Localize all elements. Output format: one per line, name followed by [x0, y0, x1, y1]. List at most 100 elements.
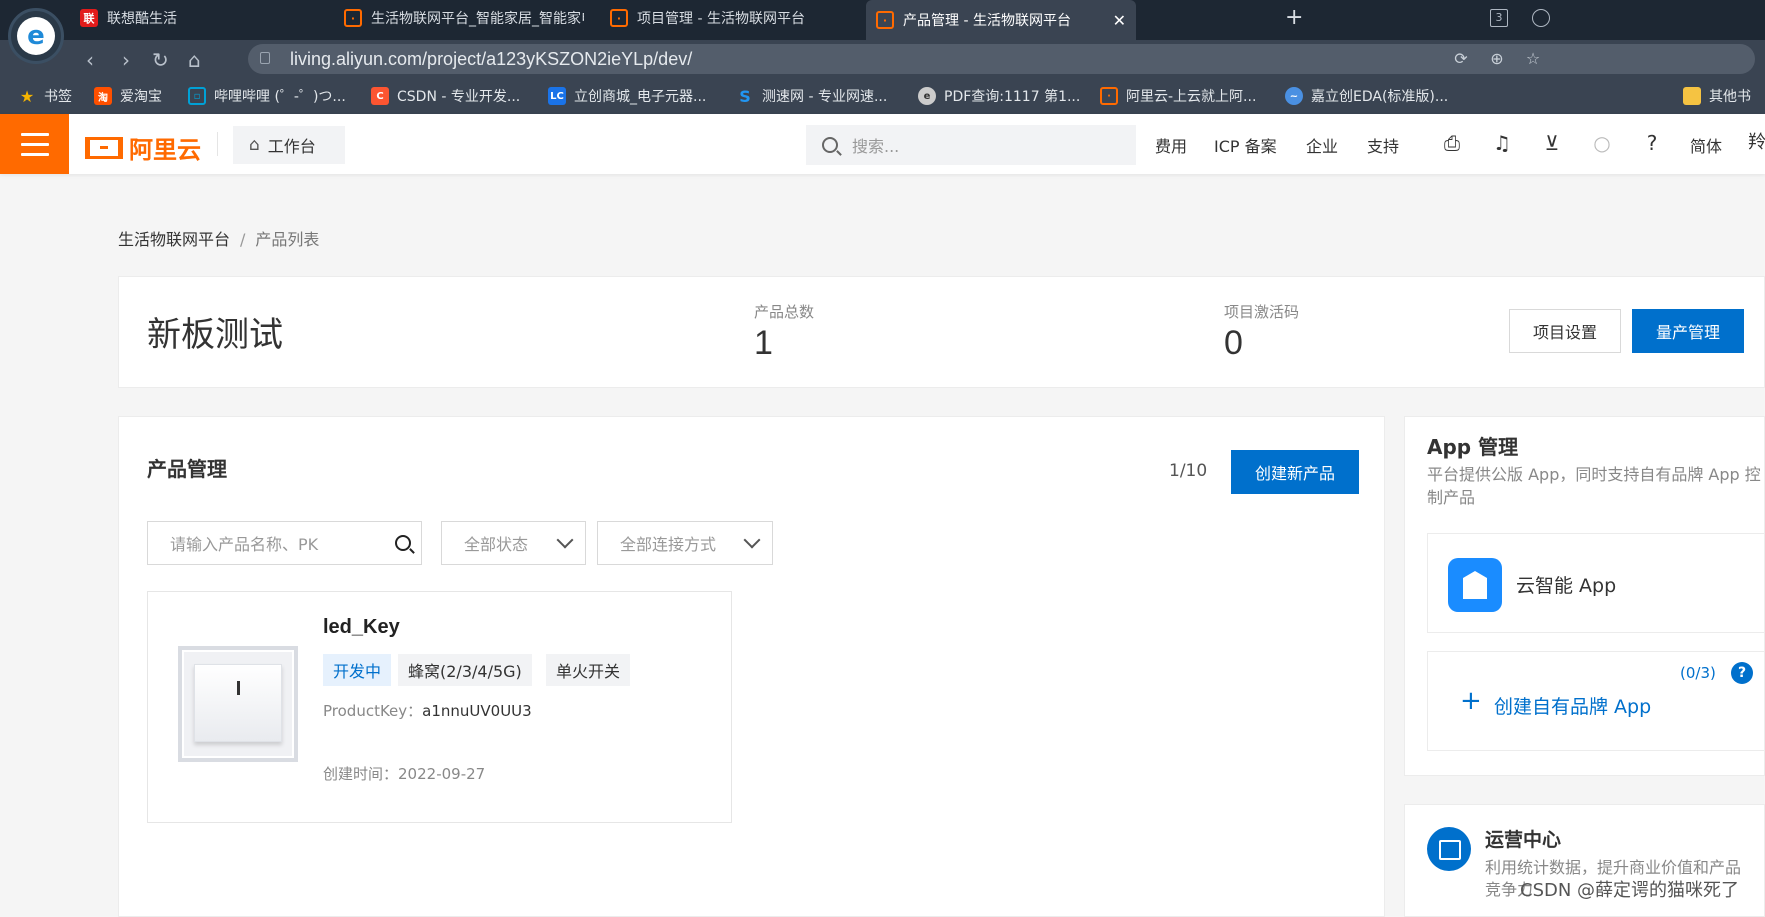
bookmark-lcsc[interactable]: LC 立创商城_电子元器...	[548, 86, 706, 106]
header-divider	[217, 132, 218, 156]
aliyun-logo[interactable]: 阿里云	[85, 130, 201, 165]
app-icon[interactable]: ⎙	[1440, 131, 1464, 155]
brand-app-quota: (0/3)	[1680, 664, 1716, 682]
product-name[interactable]: led_Key	[323, 616, 400, 639]
nav-link-icp[interactable]: ICP 备案	[1214, 133, 1277, 157]
connection-filter-value: 全部连接方式	[620, 535, 717, 554]
console-header: 阿里云 ⌂ 工作台 搜索... 费用 ICP 备案 企业 支持 ⎙ ♫ ⊻ ○ …	[0, 114, 1765, 174]
app-management-panel: App 管理 平台提供公版 App，同时支持自有品牌 App 控制产品 云智能 …	[1404, 416, 1765, 776]
tab-label: 项目管理 - 生活物联网平台	[637, 11, 805, 27]
user-icon[interactable]	[1532, 9, 1550, 27]
product-search-input[interactable]: 请输入产品名称、PK	[147, 521, 422, 565]
bookmark-label: 其他书	[1709, 89, 1751, 105]
lightbulb-icon[interactable]: ○	[1590, 131, 1614, 155]
close-icon[interactable]: ✕	[1113, 11, 1126, 30]
product-card[interactable]: led_Key 开发中 蜂窝(2/3/4/5G) 单火开关 ProductKey…	[147, 591, 732, 823]
create-brand-app-card[interactable]: + 创建自有品牌 App (0/3) ?	[1427, 651, 1765, 751]
status-filter-select[interactable]: 全部状态	[441, 521, 586, 565]
status-filter-value: 全部状态	[464, 535, 529, 554]
bookmark-label: 嘉立创EDA(标准版)...	[1311, 89, 1449, 105]
bookmark-csdn[interactable]: C CSDN - 专业开发...	[371, 86, 520, 106]
tab-product-management[interactable]: · 产品管理 - 生活物联网平台 ✕	[866, 0, 1136, 40]
forward-icon[interactable]: ›	[122, 48, 130, 72]
aliyun-icon: ·	[610, 9, 628, 27]
mass-production-button[interactable]: 量产管理	[1632, 309, 1744, 353]
tab-label: 联想酷生活	[107, 11, 177, 27]
bookmark-folder[interactable]: ★ 书签	[18, 86, 72, 106]
bookmark-label: 立创商城_电子元器...	[574, 89, 707, 105]
aliyun-logo-icon	[85, 136, 123, 159]
bilibili-icon: ▫	[188, 87, 206, 105]
home-icon: ⌂	[249, 135, 260, 155]
product-key-value: a1nnuUV0UU3	[422, 702, 532, 720]
bookmark-label: 阿里云-上云就上阿...	[1126, 89, 1257, 105]
created-time-label: 创建时间：	[323, 765, 399, 783]
cart-icon[interactable]: ⊻	[1540, 131, 1564, 155]
browser-tab-bar: 联 联想酷生活 · 生活物联网平台_智能家居_智能家电 · 项目管理 - 生活物…	[0, 0, 1765, 40]
url-field[interactable]: living.aliyun.com/project/a123yKSZON2ieY…	[248, 44, 1755, 74]
project-title: 新板测试	[147, 315, 283, 355]
product-image	[178, 646, 298, 762]
create-brand-app-label[interactable]: 创建自有品牌 App	[1494, 692, 1651, 719]
aliyun-logo-text: 阿里云	[129, 136, 201, 164]
chevron-down-icon	[743, 531, 761, 549]
search-icon[interactable]	[395, 535, 411, 551]
browser-logo[interactable]: e	[8, 8, 64, 64]
bookmark-other[interactable]: 其他书	[1683, 86, 1751, 106]
aliyun-icon: ·	[344, 9, 362, 27]
connection-filter-select[interactable]: 全部连接方式	[597, 521, 773, 565]
pdf-icon: e	[918, 87, 936, 105]
nav-link-billing[interactable]: 费用	[1155, 133, 1187, 157]
tab-lenovo[interactable]: 联 联想酷生活	[80, 0, 330, 36]
bookmark-taobao[interactable]: 淘 爱淘宝	[94, 86, 162, 106]
bookmark-eda[interactable]: ~ 嘉立创EDA(标准版)...	[1285, 86, 1448, 106]
lc-icon: LC	[548, 87, 566, 105]
bookmark-speedtest[interactable]: S 测速网 - 专业网速...	[736, 86, 887, 106]
zoom-icon[interactable]: ⊕	[1488, 50, 1506, 68]
watermark: CSDN @薛定谔的猫咪死了	[1520, 880, 1740, 901]
menu-icon[interactable]	[0, 114, 69, 174]
console-search-input[interactable]: 搜索...	[806, 125, 1136, 165]
nav-link-support[interactable]: 支持	[1367, 133, 1399, 157]
tab-project-management[interactable]: · 项目管理 - 生活物联网平台	[610, 0, 860, 36]
product-total-label: 产品总数	[754, 303, 815, 321]
nav-link-enterprise[interactable]: 企业	[1306, 133, 1338, 157]
search-icon	[822, 137, 838, 153]
app-panel-description: 平台提供公版 App，同时支持自有品牌 App 控制产品	[1427, 465, 1761, 507]
create-product-button[interactable]: 创建新产品	[1231, 450, 1359, 494]
lock-icon	[260, 52, 270, 64]
chevron-down-icon	[556, 531, 574, 549]
language-switch[interactable]: 简体	[1690, 133, 1722, 157]
product-count: 1/10	[1169, 461, 1208, 481]
switch-plate-icon	[194, 664, 282, 742]
reload-icon[interactable]: ↻	[152, 48, 169, 72]
category-badge: 单火开关	[546, 654, 631, 686]
cloud-smart-app-card[interactable]: 云智能 App	[1427, 533, 1765, 633]
project-settings-button[interactable]: 项目设置	[1509, 309, 1621, 353]
tab-iot-platform[interactable]: · 生活物联网平台_智能家居_智能家电	[344, 0, 584, 36]
operations-icon	[1427, 827, 1471, 871]
lenovo-icon: 联	[80, 9, 98, 27]
workbench-button[interactable]: ⌂ 工作台	[233, 126, 345, 164]
star-icon[interactable]: ☆	[1524, 50, 1542, 68]
eda-icon: ~	[1285, 87, 1303, 105]
address-bar: ‹ › ↻ ⌂ living.aliyun.com/project/a123yK…	[0, 40, 1765, 78]
bookmark-bilibili[interactable]: ▫ 哔哩哔哩 (゜-゜)つ...	[188, 86, 346, 106]
bell-icon[interactable]: ♫	[1490, 131, 1514, 155]
bookmark-aliyun[interactable]: · 阿里云-上云就上阿...	[1100, 86, 1256, 106]
breadcrumb-root[interactable]: 生活物联网平台	[118, 230, 230, 249]
bookmark-label: 哔哩哔哩 (゜-゜)つ...	[214, 89, 346, 105]
bookmark-pdf[interactable]: e PDF查询:1117 第1...	[918, 86, 1080, 106]
cloud-smart-app-name: 云智能 App	[1516, 575, 1617, 597]
help-icon[interactable]: ?	[1731, 662, 1753, 684]
created-time-row: 创建时间：2022-09-27	[323, 763, 485, 784]
share-icon[interactable]: ⟳	[1452, 50, 1470, 68]
tab-count-icon[interactable]: 3	[1490, 9, 1508, 27]
help-icon[interactable]: ?	[1640, 131, 1664, 155]
breadcrumb: 生活物联网平台 / 产品列表	[118, 226, 319, 250]
new-tab-icon[interactable]: +	[1285, 5, 1303, 30]
breadcrumb-current: 产品列表	[255, 230, 320, 249]
plus-icon: +	[1460, 686, 1482, 716]
back-icon[interactable]: ‹	[86, 48, 94, 72]
home-icon[interactable]: ⌂	[188, 48, 201, 72]
